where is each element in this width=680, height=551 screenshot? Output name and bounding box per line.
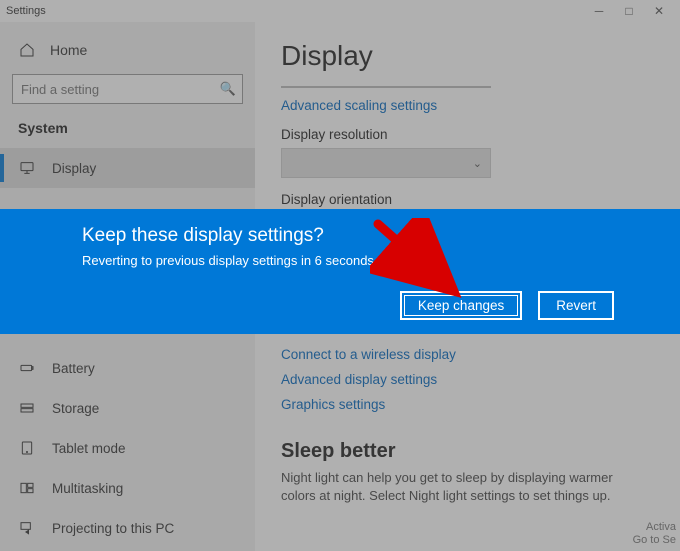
- storage-icon: [18, 399, 36, 417]
- projecting-icon: [18, 519, 36, 537]
- display-icon: [18, 159, 36, 177]
- home-label: Home: [50, 42, 87, 58]
- sidebar-item-label: Storage: [52, 401, 99, 416]
- tablet-icon: [18, 439, 36, 457]
- maximize-button[interactable]: □: [614, 4, 644, 18]
- keep-changes-button[interactable]: Keep changes: [400, 291, 522, 320]
- battery-icon: [18, 359, 36, 377]
- close-button[interactable]: ✕: [644, 4, 674, 18]
- minimize-button[interactable]: ─: [584, 4, 614, 18]
- revert-button[interactable]: Revert: [538, 291, 614, 320]
- dialog-title: Keep these display settings?: [82, 225, 654, 247]
- orientation-label: Display orientation: [281, 192, 654, 207]
- multitasking-icon: [18, 479, 36, 497]
- activate-watermark: Activa Go to Se: [633, 521, 676, 547]
- divider: [281, 86, 491, 88]
- sidebar-item-display[interactable]: Display: [0, 148, 255, 188]
- window-title: Settings: [6, 5, 46, 17]
- sidebar-item-multitasking[interactable]: Multitasking: [0, 468, 255, 508]
- page-title: Display: [281, 40, 654, 72]
- sleep-heading: Sleep better: [281, 440, 654, 463]
- sidebar-item-label: Display: [52, 161, 96, 176]
- advanced-display-link[interactable]: Advanced display settings: [281, 372, 654, 387]
- sleep-paragraph: Night light can help you get to sleep by…: [281, 469, 641, 505]
- home-icon: [18, 41, 36, 59]
- wireless-display-link[interactable]: Connect to a wireless display: [281, 347, 654, 362]
- home-link[interactable]: Home: [0, 32, 255, 68]
- resolution-label: Display resolution: [281, 127, 654, 142]
- sidebar-item-tablet-mode[interactable]: Tablet mode: [0, 428, 255, 468]
- sidebar-item-projecting[interactable]: Projecting to this PC: [0, 508, 255, 548]
- sidebar-item-label: Tablet mode: [52, 441, 126, 456]
- sidebar-item-label: Projecting to this PC: [52, 521, 174, 536]
- advanced-scaling-link[interactable]: Advanced scaling settings: [281, 98, 654, 113]
- resolution-dropdown[interactable]: ⌄: [281, 148, 491, 178]
- search-input[interactable]: 🔍: [12, 74, 243, 104]
- sidebar-item-label: Battery: [52, 361, 95, 376]
- dialog-message: Reverting to previous display settings i…: [82, 253, 654, 268]
- sidebar-item-battery[interactable]: Battery: [0, 348, 255, 388]
- sidebar-item-label: Multitasking: [52, 481, 123, 496]
- section-header: System: [0, 114, 255, 148]
- chevron-down-icon: ⌄: [473, 157, 482, 170]
- search-icon: 🔍: [214, 81, 242, 97]
- confirm-dialog: Keep these display settings? Reverting t…: [0, 209, 680, 334]
- graphics-settings-link[interactable]: Graphics settings: [281, 397, 654, 412]
- sidebar-item-storage[interactable]: Storage: [0, 388, 255, 428]
- search-field[interactable]: [13, 82, 214, 97]
